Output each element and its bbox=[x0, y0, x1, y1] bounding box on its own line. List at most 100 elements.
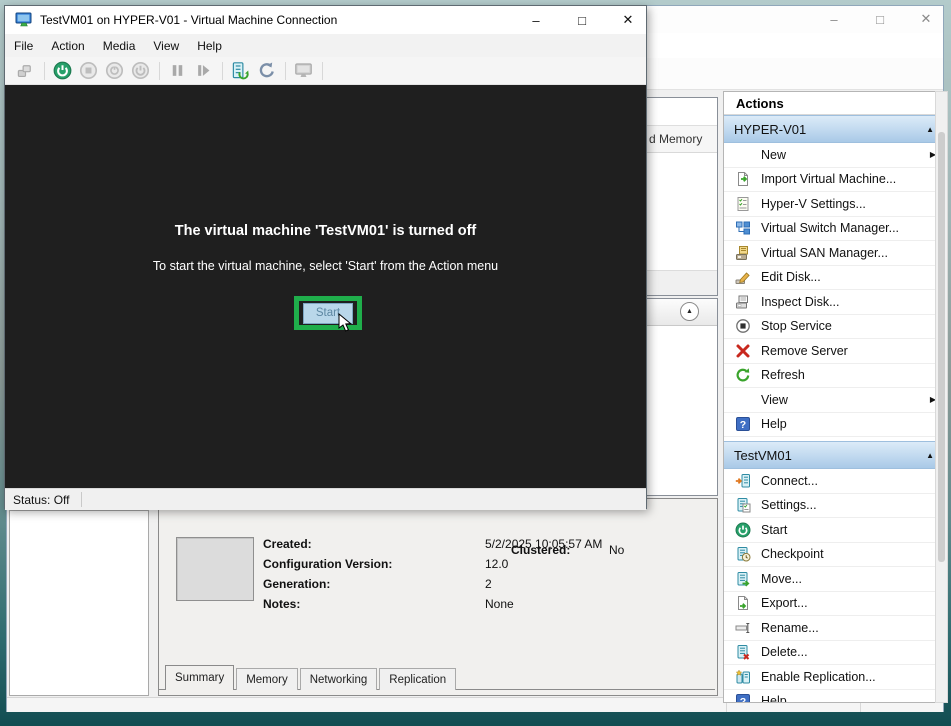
edit-disk-icon bbox=[735, 269, 751, 285]
menu-action[interactable]: Action bbox=[42, 39, 93, 53]
detail-value: 12.0 bbox=[485, 557, 508, 571]
action-label: Virtual Switch Manager... bbox=[761, 221, 936, 235]
menu-help[interactable]: Help bbox=[188, 39, 231, 53]
manager-minimize-button[interactable]: – bbox=[812, 6, 856, 32]
mouse-cursor bbox=[337, 313, 355, 333]
help-icon: ? bbox=[735, 416, 751, 432]
assigned-memory-column-header[interactable]: d Memory bbox=[649, 132, 702, 146]
action-connect[interactable]: Connect... bbox=[724, 469, 944, 494]
detail-label: Generation: bbox=[263, 577, 330, 591]
manager-maximize-button[interactable]: □ bbox=[858, 6, 902, 32]
vm-status-text: Status: Off bbox=[13, 493, 69, 507]
action-label: Export... bbox=[761, 596, 936, 610]
pause-icon bbox=[168, 61, 188, 81]
detail-value: None bbox=[485, 597, 514, 611]
vmconnect-toolbar bbox=[5, 57, 646, 85]
manager-close-button[interactable]: ✕ bbox=[904, 6, 948, 32]
start-power-icon bbox=[53, 61, 72, 80]
action-virtual-switch-manager[interactable]: Virtual Switch Manager... bbox=[724, 217, 944, 242]
detail-row: Created:5/2/2025 10:05:57 AM bbox=[263, 537, 312, 557]
collapse-chevron-icon[interactable]: ▲ bbox=[926, 451, 934, 460]
toolbar-separator bbox=[159, 62, 160, 80]
stop-service-icon bbox=[735, 318, 751, 334]
action-help[interactable]: ?Help bbox=[724, 413, 944, 438]
action-delete[interactable]: Delete... bbox=[724, 641, 944, 666]
vmconnect-status-bar: Status: Off bbox=[5, 488, 646, 510]
actions-pane-title: Actions bbox=[724, 92, 944, 115]
tab-memory[interactable]: Memory bbox=[236, 668, 298, 690]
vmconnect-menubar: FileActionMediaViewHelp bbox=[5, 34, 646, 57]
action-help[interactable]: ? Help bbox=[724, 690, 944, 704]
actions-section-header-hyper-v01[interactable]: HYPER-V01▲ bbox=[724, 115, 944, 143]
replication-icon bbox=[735, 669, 751, 685]
help-icon: ? bbox=[735, 693, 751, 703]
menu-view[interactable]: View bbox=[144, 39, 188, 53]
checkpoint-icon[interactable] bbox=[231, 61, 251, 81]
action-label: Start bbox=[761, 523, 936, 537]
menu-media[interactable]: Media bbox=[94, 39, 145, 53]
vm-off-title: The virtual machine 'TestVM01' is turned… bbox=[5, 223, 646, 239]
action-new[interactable]: New▶ bbox=[724, 143, 944, 168]
toolbar-separator bbox=[285, 62, 286, 80]
tab-replication[interactable]: Replication bbox=[379, 668, 456, 690]
delete-icon bbox=[735, 644, 751, 660]
ctrl-alt-del-icon bbox=[16, 61, 36, 81]
detail-label: Configuration Version: bbox=[263, 557, 392, 571]
detail-row: Generation:2 bbox=[263, 577, 330, 597]
actions-scrollbar[interactable] bbox=[935, 91, 948, 703]
actions-section-header-testvm01[interactable]: TestVM01▲ bbox=[724, 441, 944, 469]
detail-row: Notes:None bbox=[263, 597, 300, 617]
action-label: Inspect Disk... bbox=[761, 295, 936, 309]
action-label: Move... bbox=[761, 572, 936, 586]
revert-icon[interactable] bbox=[257, 61, 277, 81]
action-refresh[interactable]: Refresh bbox=[724, 364, 944, 389]
action-settings[interactable]: Settings... bbox=[724, 494, 944, 519]
action-remove-server[interactable]: Remove Server bbox=[724, 339, 944, 364]
ctrl-alt-del-icon bbox=[16, 61, 35, 80]
action-checkpoint[interactable]: Checkpoint bbox=[724, 543, 944, 568]
none bbox=[735, 147, 751, 163]
vmconnect-minimize-button[interactable]: – bbox=[513, 6, 559, 34]
action-view[interactable]: View▶ bbox=[724, 388, 944, 413]
action-move[interactable]: Move... bbox=[724, 567, 944, 592]
action-label: Stop Service bbox=[761, 319, 936, 333]
action-stop-service[interactable]: Stop Service bbox=[724, 315, 944, 340]
navigation-pane-bottom bbox=[9, 510, 149, 696]
action-edit-disk[interactable]: Edit Disk... bbox=[724, 266, 944, 291]
vmconnect-close-button[interactable]: ✕ bbox=[605, 6, 651, 34]
action-label: Checkpoint bbox=[761, 547, 936, 561]
checkpoint-icon bbox=[231, 61, 250, 80]
action-export[interactable]: Export... bbox=[724, 592, 944, 617]
action-hyper-v-settings[interactable]: Hyper-V Settings... bbox=[724, 192, 944, 217]
action-import-virtual-machine[interactable]: Import Virtual Machine... bbox=[724, 168, 944, 193]
action-inspect-disk[interactable]: Inspect Disk... bbox=[724, 290, 944, 315]
vm-checkpoint-icon bbox=[735, 546, 751, 562]
export-icon bbox=[735, 595, 751, 611]
action-rename[interactable]: Rename... bbox=[724, 616, 944, 641]
collapse-chevron-icon[interactable]: ▲ bbox=[926, 125, 934, 134]
toolbar-separator bbox=[322, 62, 323, 80]
checkpoints-collapse-button[interactable]: ▲ bbox=[680, 302, 699, 321]
import-icon bbox=[735, 171, 751, 187]
start-power-icon[interactable] bbox=[53, 61, 73, 81]
vm-settings-icon bbox=[735, 497, 751, 513]
action-enable-replication[interactable]: Enable Replication... bbox=[724, 665, 944, 690]
move-icon bbox=[735, 571, 751, 587]
step-icon bbox=[194, 61, 213, 80]
toolbar-separator bbox=[44, 62, 45, 80]
vmconnect-maximize-button[interactable]: □ bbox=[559, 6, 605, 34]
action-virtual-san-manager[interactable]: Virtual SAN Manager... bbox=[724, 241, 944, 266]
menu-file[interactable]: File bbox=[5, 39, 42, 53]
actions-scrollbar-thumb[interactable] bbox=[938, 132, 945, 562]
virtual-san-icon bbox=[735, 245, 751, 261]
turn-off-icon bbox=[79, 61, 98, 80]
detail-label: Created: bbox=[263, 537, 312, 551]
action-start[interactable]: Start bbox=[724, 518, 944, 543]
vm-thumbnail bbox=[176, 537, 254, 601]
refresh-icon bbox=[735, 367, 751, 383]
action-label: Help bbox=[761, 694, 936, 703]
tab-summary[interactable]: Summary bbox=[165, 665, 234, 690]
actions-pane: Actions HYPER-V01▲New▶Import Virtual Mac… bbox=[723, 91, 945, 703]
vmconnect-status-separator bbox=[81, 492, 82, 507]
tab-networking[interactable]: Networking bbox=[300, 668, 378, 690]
